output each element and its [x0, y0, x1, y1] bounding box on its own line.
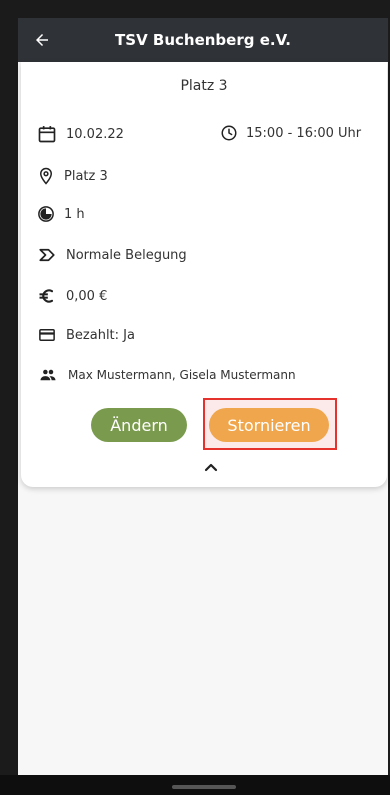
location-pin-icon: [39, 167, 53, 185]
system-navigation-bar: [0, 775, 390, 795]
arrow-left-icon: [36, 34, 48, 46]
label-tag-icon: [39, 248, 55, 262]
change-button[interactable]: Ändern: [91, 408, 187, 442]
duration-row: 1 h: [37, 205, 85, 223]
booking-price: 0,00 €: [66, 288, 108, 304]
chevron-up-icon: [204, 463, 218, 472]
app-bar: TSV Buchenberg e.V.: [18, 18, 388, 62]
booking-card: Platz 3 10.02.22 15:00 - 16:00 Uhr Platz: [21, 62, 387, 487]
cancel-button[interactable]: Stornieren: [209, 408, 329, 442]
booking-duration: 1 h: [64, 206, 85, 222]
screen-content: Platz 3 10.02.22 15:00 - 16:00 Uhr Platz: [18, 62, 388, 775]
price-row: 0,00 €: [37, 286, 107, 306]
booking-time: 15:00 - 16:00 Uhr: [246, 125, 362, 141]
duration-icon: [38, 206, 54, 222]
location-row: Platz 3: [37, 166, 108, 186]
date-row: 10.02.22: [37, 124, 124, 144]
booking-date: 10.02.22: [66, 126, 124, 142]
calendar-icon: [38, 126, 56, 143]
booking-type: Normale Belegung: [66, 247, 187, 263]
participants-row: Max Mustermann, Gisela Mustermann: [37, 366, 296, 384]
type-row: Normale Belegung: [37, 246, 187, 264]
euro-icon: [39, 289, 54, 303]
people-icon: [40, 369, 56, 381]
booking-participants: Max Mustermann, Gisela Mustermann: [68, 368, 296, 382]
back-button[interactable]: [18, 18, 66, 62]
payment-row: Bezahlt: Ja: [37, 326, 135, 344]
booking-paid: Bezahlt: Ja: [66, 327, 135, 343]
clock-icon: [221, 125, 237, 141]
home-indicator[interactable]: [172, 785, 236, 789]
booking-location: Platz 3: [64, 168, 108, 184]
credit-card-icon: [39, 329, 55, 341]
time-row: 15:00 - 16:00 Uhr: [220, 124, 361, 142]
app-title: TSV Buchenberg e.V.: [115, 31, 291, 49]
booking-court-title: Platz 3: [180, 78, 228, 94]
collapse-button[interactable]: [199, 458, 223, 476]
